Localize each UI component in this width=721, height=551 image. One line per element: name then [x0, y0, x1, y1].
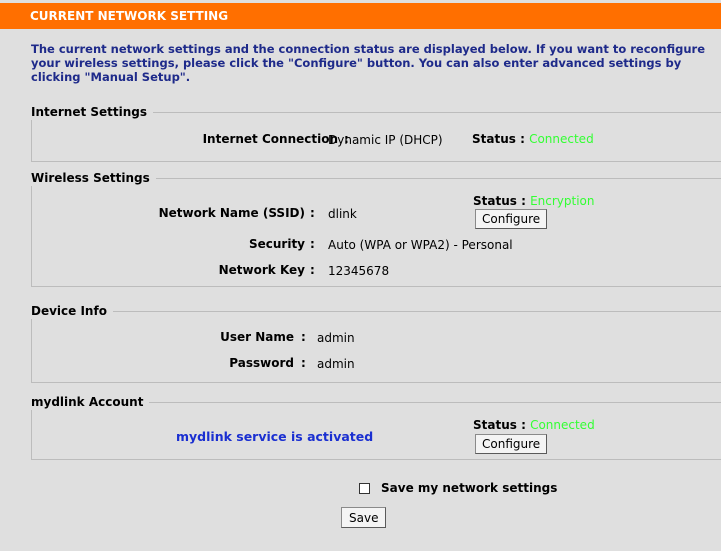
- divider: [31, 311, 32, 383]
- security-label: Security: [248, 237, 305, 251]
- divider: [31, 178, 32, 287]
- divider: [31, 286, 721, 287]
- network-key-value: 12345678: [328, 264, 390, 278]
- mydlink-status-message: mydlink service is activated: [176, 429, 374, 444]
- password-value: admin: [317, 357, 355, 371]
- ssid-label: Network Name (SSID): [158, 206, 305, 220]
- ssid-value: dlink: [328, 207, 357, 221]
- internet-status: Status : Connected: [472, 132, 594, 146]
- colon: :: [301, 356, 306, 370]
- section-header: CURRENT NETWORK SETTING: [0, 3, 721, 29]
- network-key-label: Network Key: [218, 263, 305, 277]
- internet-settings-legend: Internet Settings: [31, 104, 154, 120]
- divider: [31, 459, 721, 460]
- mydlink-status-value: Connected: [530, 418, 595, 432]
- colon: :: [310, 263, 315, 277]
- save-settings-checkbox[interactable]: [359, 483, 370, 494]
- password-label: Password: [229, 356, 294, 370]
- wireless-settings-section: Wireless Settings Network Name (SSID) : …: [31, 170, 721, 287]
- wireless-status-value: Encryption: [530, 194, 595, 208]
- internet-connection-label: Internet Connection: [202, 132, 338, 146]
- intro-text: The current network settings and the con…: [31, 42, 706, 84]
- user-name-value: admin: [317, 331, 355, 345]
- device-info-legend: Device Info: [31, 303, 113, 319]
- mydlink-status-label: Status :: [473, 418, 526, 432]
- divider: [31, 311, 721, 312]
- internet-status-value: Connected: [529, 132, 594, 146]
- colon: :: [310, 206, 315, 220]
- mydlink-status: Status : Connected: [473, 418, 595, 432]
- mydlink-account-legend: mydlink Account: [31, 394, 150, 410]
- save-settings-label: Save my network settings: [381, 481, 558, 495]
- wireless-configure-button[interactable]: Configure: [475, 209, 548, 229]
- settings-panel: CURRENT NETWORK SETTING The current netw…: [0, 0, 721, 551]
- colon: :: [301, 330, 306, 344]
- divider: [31, 382, 721, 383]
- save-button[interactable]: Save: [341, 507, 387, 528]
- divider: [31, 402, 32, 460]
- wireless-settings-legend: Wireless Settings: [31, 170, 156, 186]
- internet-status-label: Status :: [472, 132, 525, 146]
- device-info-section: Device Info User Name : admin Password :…: [31, 303, 721, 383]
- mydlink-configure-button[interactable]: Configure: [475, 434, 548, 454]
- internet-connection-value: Dynamic IP (DHCP): [328, 133, 443, 147]
- user-name-label: User Name: [220, 330, 294, 344]
- colon: :: [310, 237, 315, 251]
- mydlink-account-section: mydlink Account mydlink service is activ…: [31, 394, 721, 460]
- security-value: Auto (WPA or WPA2) - Personal: [328, 238, 513, 252]
- internet-settings-section: Internet Settings Internet Connection : …: [31, 104, 721, 162]
- wireless-status: Status : Encryption: [473, 194, 595, 208]
- wireless-status-label: Status :: [473, 194, 526, 208]
- divider: [31, 161, 721, 162]
